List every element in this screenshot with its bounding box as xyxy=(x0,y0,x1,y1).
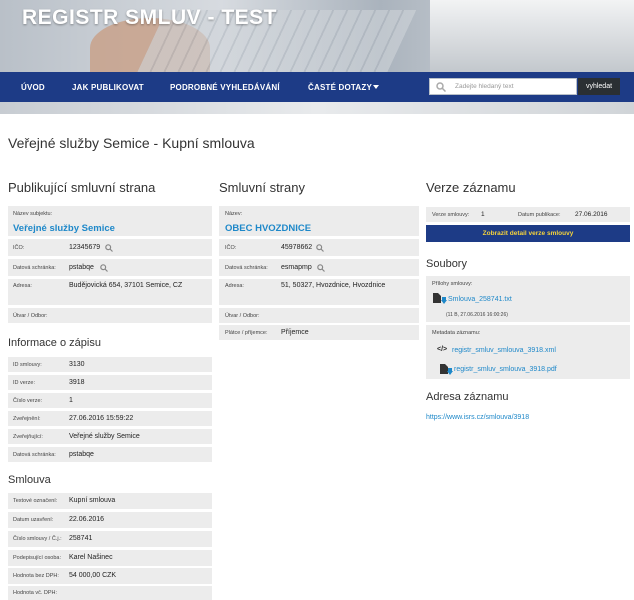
label: Adresa: xyxy=(13,283,32,289)
download-icon xyxy=(441,297,447,304)
search-button[interactable]: vyhledat xyxy=(578,78,620,95)
info-ds: pstabqe xyxy=(69,451,94,458)
label: IČO: xyxy=(225,245,237,251)
label: Datová schránka: xyxy=(225,265,268,271)
info-row xyxy=(8,375,212,390)
label: Číslo smlouvy / Č.j.: xyxy=(13,536,62,542)
label: Hodnota bez DPH: xyxy=(13,573,59,579)
search-input[interactable]: Zadejte hledaný text xyxy=(429,78,577,95)
metadata-pdf-link[interactable]: registr_smluv_smlouva_3918.pdf xyxy=(454,366,557,373)
adresa-link[interactable]: https://www.isrs.cz/smlouva/3918 xyxy=(426,414,529,421)
info-zverejneni: 27.06.2016 15:59:22 xyxy=(69,415,134,422)
adresa-heading: Adresa záznamu xyxy=(426,391,509,403)
publikujici-nazev[interactable]: Veřejné služby Semice xyxy=(13,223,115,234)
code-icon: </> xyxy=(437,346,448,353)
magnifier-icon[interactable] xyxy=(105,244,113,252)
nav-jak-publikovat[interactable]: JAK PUBLIKOVAT xyxy=(72,83,144,92)
search-placeholder: Zadejte hledaný text xyxy=(455,83,514,90)
smlouva-heading: Smlouva xyxy=(8,474,51,486)
smlouva-oznaceni: Kupní smlouva xyxy=(69,497,116,504)
label: Název: xyxy=(225,211,243,217)
magnifier-icon[interactable] xyxy=(100,264,108,272)
soubory-heading: Soubory xyxy=(426,258,467,270)
info-id-smlouvy: 3130 xyxy=(69,361,85,368)
magnifier-icon[interactable] xyxy=(317,264,325,272)
smlouva-podepsal: Karel Našinec xyxy=(69,554,113,561)
header-banner: REGISTR SMLUV - TEST xyxy=(0,0,634,72)
strany-nazev[interactable]: OBEC HVOZDNICE xyxy=(225,223,311,234)
strany-adresa: 51, 50327, Hvozdnice, Hvozdnice xyxy=(281,282,386,289)
info-id-verze: 3918 xyxy=(69,379,85,386)
label: Adresa: xyxy=(225,283,244,289)
priloha-link[interactable]: Smlouva_258741.txt xyxy=(448,296,512,303)
banner-laptop-photo xyxy=(430,0,634,72)
strany-heading: Smluvní strany xyxy=(219,180,305,195)
download-icon xyxy=(447,368,453,375)
label: Útvar / Odbor: xyxy=(13,313,48,319)
magnifier-icon[interactable] xyxy=(316,244,324,252)
label: Verze smlouvy: xyxy=(432,212,470,218)
label: Podepisující osoba: xyxy=(13,555,62,561)
file-icon xyxy=(433,293,441,303)
label: ID verze: xyxy=(13,380,36,386)
strany-ds: esmapmp xyxy=(281,264,312,271)
detail-verze-button[interactable]: Zobrazit detail verze smlouvy xyxy=(426,225,630,242)
label: Datová schránka: xyxy=(13,265,56,271)
publikujici-adresa: Budějovická 654, 37101 Semice, CZ xyxy=(69,282,183,289)
label: Datum uzavření: xyxy=(13,517,54,523)
smlouva-datum: 22.06.2016 xyxy=(69,516,105,523)
label: Zveřejnění: xyxy=(13,416,41,422)
chevron-down-icon xyxy=(373,85,379,89)
label: IČO: xyxy=(13,245,25,251)
info-cislo-verze: 1 xyxy=(69,397,73,404)
banner-bottom-strip xyxy=(0,102,634,114)
publikujici-ico: 12345679 xyxy=(69,244,101,251)
verze-datum: 27.06.2016 xyxy=(575,211,608,218)
nav-uvod[interactable]: ÚVOD xyxy=(21,83,45,92)
verze-cislo: 1 xyxy=(481,211,485,218)
publikujici-ds: pstabqe xyxy=(69,264,94,271)
label: Metadata záznamu: xyxy=(432,330,481,336)
label: Textové označení: xyxy=(13,498,58,504)
info-zverejnujici: Veřejné služby Semice xyxy=(69,433,140,440)
label: Přílohy smlouvy: xyxy=(432,281,473,287)
label: Datová schránka: xyxy=(13,452,56,458)
nav-podrobne-vyhledavani[interactable]: PODROBNÉ VYHLEDÁVÁNÍ xyxy=(170,83,280,92)
search-icon xyxy=(436,82,446,92)
smlouva-bez-dph: 54 000,00 CZK xyxy=(69,572,117,579)
informace-heading: Informace o zápisu xyxy=(8,337,101,349)
nav-caste-dotazy[interactable]: ČASTÉ DOTAZY xyxy=(308,83,372,92)
smlouva-cislo: 258741 xyxy=(69,535,93,542)
label: Číslo verze: xyxy=(13,398,43,404)
metadata-xml-link[interactable]: registr_smluv_smlouva_3918.xml xyxy=(452,347,556,354)
label: Hodnota vč. DPH: xyxy=(13,590,58,596)
site-title[interactable]: REGISTR SMLUV - TEST xyxy=(22,6,277,30)
label: ID smlouvy: xyxy=(13,362,42,368)
verze-heading: Verze záznamu xyxy=(426,180,516,195)
page-title: Veřejné služby Semice - Kupní smlouva xyxy=(8,135,255,151)
strany-platce: Příjemce xyxy=(281,329,309,336)
priloha-info: (11 B, 27.06.2016 16:00:26) xyxy=(446,312,508,318)
label: Zveřejňující: xyxy=(13,434,43,440)
label: Datum publikace: xyxy=(518,212,561,218)
label: Název subjektu: xyxy=(13,211,53,217)
label: Útvar / Odbor: xyxy=(225,313,260,319)
strany-ico: 45978662 xyxy=(281,244,313,251)
publikujici-heading: Publikující smluvní strana xyxy=(8,180,156,195)
label: Plátce / příjemce: xyxy=(225,330,268,336)
